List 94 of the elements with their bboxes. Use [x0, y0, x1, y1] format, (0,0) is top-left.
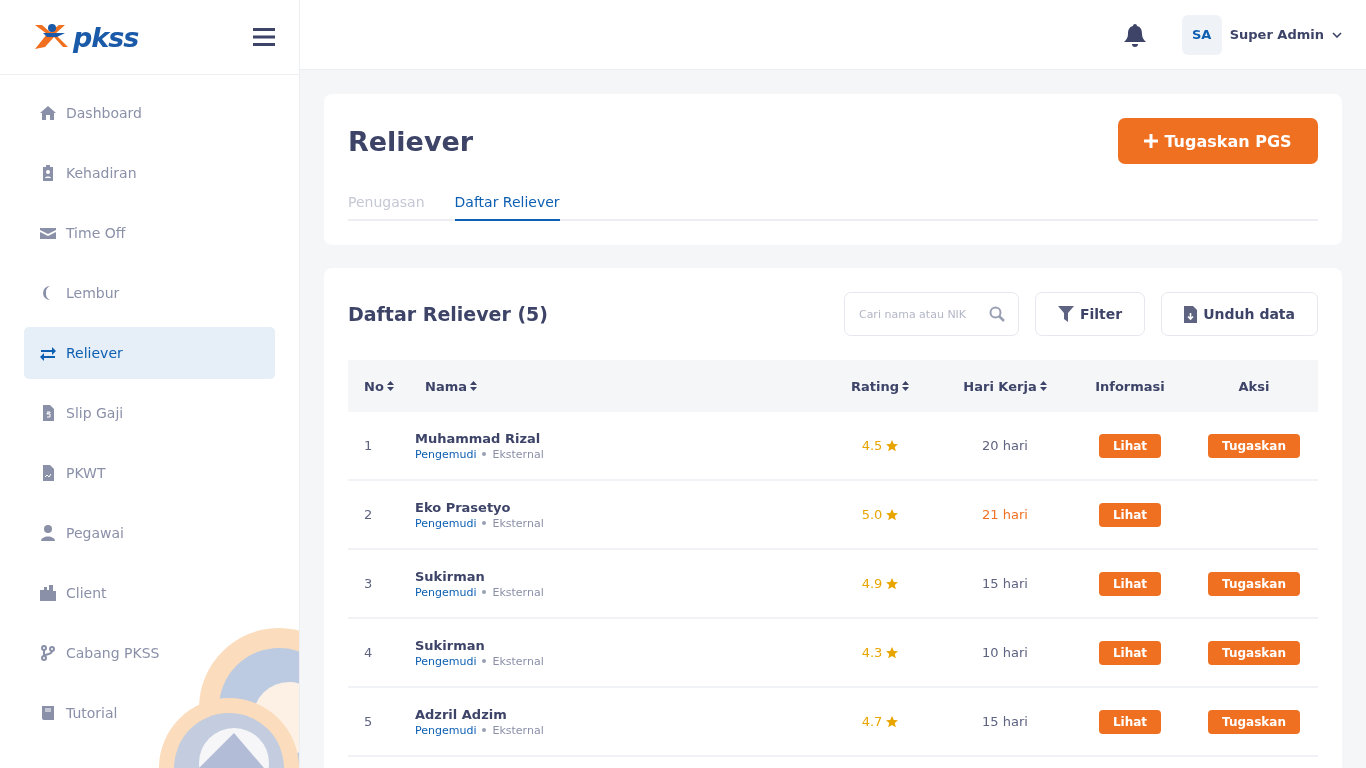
row-number: 1: [363, 438, 374, 453]
work-days: 15 hari: [982, 714, 1028, 729]
filter-icon: [1057, 306, 1074, 322]
sort-icon[interactable]: [1039, 381, 1047, 391]
view-button[interactable]: Lihat: [1098, 571, 1162, 596]
user-avatar[interactable]: SA: [1181, 14, 1222, 55]
badge-icon: [40, 165, 56, 181]
assign-button[interactable]: Tugaskan PGS: [1118, 118, 1318, 164]
work-days: 20 hari: [982, 438, 1028, 453]
role-text: Pengemudi: [415, 516, 477, 530]
person-name: Adzril Adzim: [415, 706, 508, 722]
work-days: 15 hari: [982, 576, 1028, 591]
assign-button[interactable]: Tugaskan: [1208, 709, 1300, 734]
home-icon: [40, 105, 56, 121]
sidebar-item[interactable]: Pegawai: [24, 507, 275, 559]
runner-logo-icon: [33, 23, 69, 51]
search-icon: [988, 306, 1005, 322]
tab[interactable]: Daftar Reliever: [454, 188, 560, 221]
column-header: No: [364, 378, 384, 394]
tab[interactable]: Penugasan: [348, 188, 425, 221]
role-text: Pengemudi: [415, 447, 477, 461]
employment-type: Eksternal: [492, 447, 544, 461]
bell-icon[interactable]: [1123, 22, 1146, 47]
column-header: Hari Kerja: [963, 378, 1037, 394]
swap-arrows-icon: [40, 345, 56, 361]
star-icon: [886, 577, 899, 590]
document-icon: [40, 465, 56, 481]
sidebar-item[interactable]: Reliever: [24, 327, 275, 379]
star-icon: [886, 439, 899, 452]
sort-icon[interactable]: [470, 381, 477, 391]
page-title: Reliever: [348, 125, 474, 157]
book-icon: [40, 705, 56, 721]
row-number: 4: [363, 645, 374, 660]
document-icon: [40, 405, 56, 421]
search-field[interactable]: Cari nama atau NIK: [843, 292, 1019, 336]
star-icon: [886, 508, 899, 521]
role-text: Pengemudi: [415, 654, 477, 668]
branch-icon: [40, 645, 56, 661]
rating-value: 4.9: [861, 576, 883, 591]
user-name[interactable]: Super Admin: [1229, 27, 1324, 42]
star-icon: [886, 646, 899, 659]
person-name: Sukirman: [415, 637, 486, 653]
role-text: Pengemudi: [415, 723, 477, 737]
view-button[interactable]: Lihat: [1098, 502, 1162, 527]
sidebar-item[interactable]: Lembur: [24, 267, 275, 319]
column-header: Rating: [851, 378, 899, 394]
sidebar-item[interactable]: Kehadiran: [24, 147, 275, 199]
column-header: Aksi: [1238, 378, 1270, 394]
employment-type: Eksternal: [492, 585, 544, 599]
menu-icon[interactable]: [253, 28, 275, 46]
sidebar-item[interactable]: Dashboard: [24, 87, 275, 139]
assign-button[interactable]: Tugaskan: [1208, 433, 1300, 458]
view-button[interactable]: Lihat: [1098, 709, 1162, 734]
person-name: Muhammad Rizal: [415, 430, 542, 446]
file-download-icon: [1184, 305, 1198, 323]
filter-button[interactable]: Filter: [1034, 292, 1146, 336]
employment-type: Eksternal: [492, 516, 544, 530]
rating-value: 4.5: [861, 438, 883, 453]
view-button[interactable]: Lihat: [1098, 640, 1162, 665]
role-text: Pengemudi: [415, 585, 477, 599]
assign-button[interactable]: Tugaskan: [1208, 640, 1300, 665]
row-number: 2: [363, 507, 374, 522]
person-name: Eko Prasetyo: [415, 499, 512, 515]
row-number: 3: [363, 576, 374, 591]
sidebar-item[interactable]: Cabang PKSS: [24, 627, 275, 679]
sort-icon[interactable]: [386, 381, 394, 391]
sidebar-item[interactable]: Time Off: [24, 207, 275, 259]
rating-value: 4.7: [861, 714, 883, 729]
logo-text: pkss: [73, 21, 139, 53]
view-button[interactable]: Lihat: [1098, 433, 1162, 458]
download-button[interactable]: Unduh data: [1161, 292, 1318, 336]
person-name: Sukirman: [415, 568, 486, 584]
sidebar-item[interactable]: PKWT: [24, 447, 275, 499]
rating-value: 4.3: [861, 645, 883, 660]
rating-value: 5.0: [861, 507, 883, 522]
star-icon: [886, 715, 899, 728]
column-header: Nama: [425, 378, 467, 394]
building-icon: [40, 585, 56, 601]
section-title: Daftar Reliever (5): [348, 303, 550, 325]
column-header: Informasi: [1095, 378, 1165, 394]
work-days: 10 hari: [982, 645, 1028, 660]
plus-icon: [1144, 134, 1159, 148]
user-icon: [40, 525, 56, 541]
sort-icon[interactable]: [902, 381, 909, 391]
work-days: 21 hari: [982, 507, 1028, 522]
envelope-icon: [40, 225, 56, 241]
row-number: 5: [363, 714, 374, 729]
employment-type: Eksternal: [492, 654, 544, 668]
assign-button[interactable]: Tugaskan: [1208, 571, 1300, 596]
sidebar-item[interactable]: Slip Gaji: [24, 387, 275, 439]
sidebar-item[interactable]: Tutorial: [24, 687, 275, 739]
chevron-down-icon[interactable]: [1332, 31, 1342, 38]
employment-type: Eksternal: [492, 723, 544, 737]
sidebar-item[interactable]: Client: [24, 567, 275, 619]
